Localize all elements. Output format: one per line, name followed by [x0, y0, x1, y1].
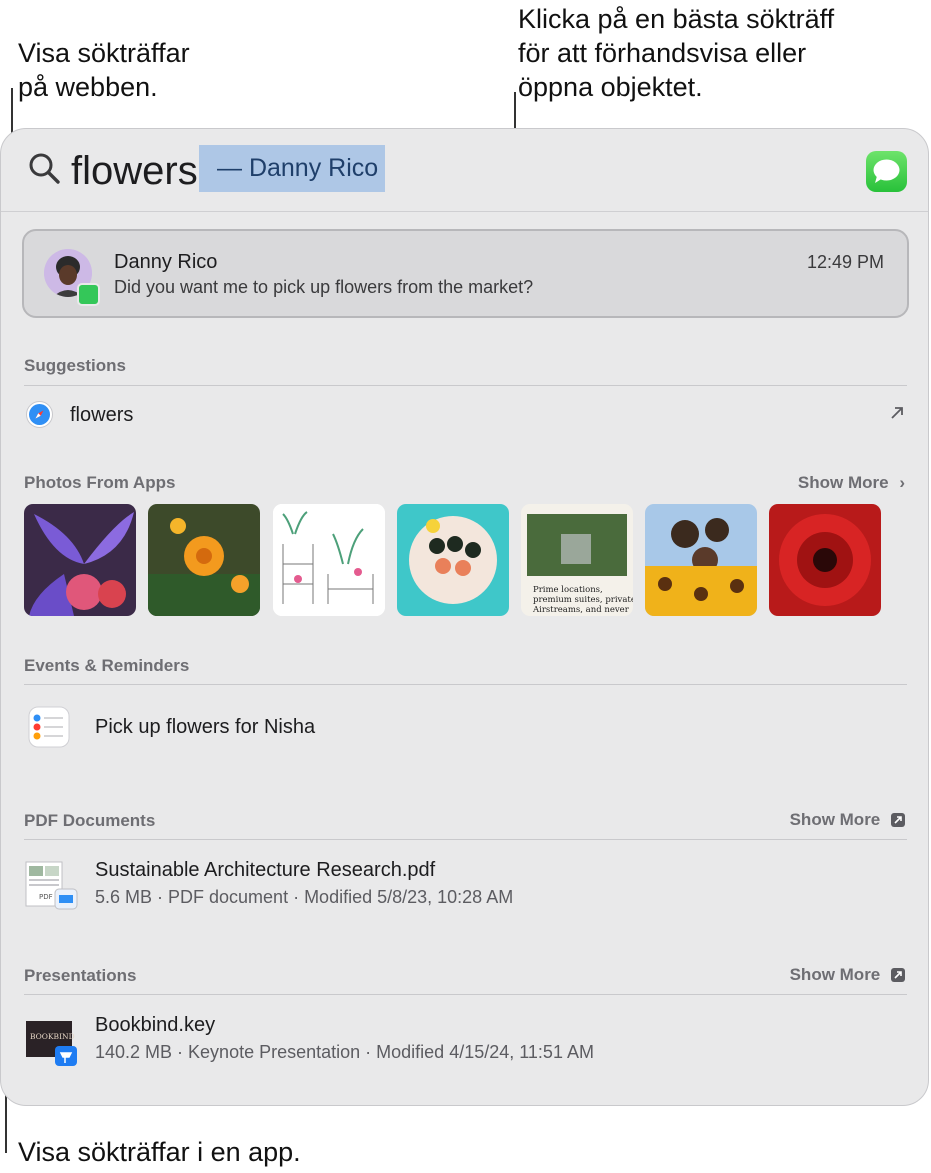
search-icon: [29, 153, 60, 184]
magazine-image: Prime locations, premium suites, private…: [521, 504, 633, 616]
arrow-up-right-icon: [891, 407, 903, 419]
chevron-right-icon: ›: [899, 473, 905, 492]
marigold-image: [148, 504, 260, 616]
reminder-row[interactable]: Pick up flowers for Nisha: [1, 694, 928, 760]
pdf-document-icon: PDF: [25, 861, 78, 910]
magazine-line-3: Airstreams, and never: [532, 605, 630, 615]
photo-thumbnail-7[interactable]: [769, 504, 881, 616]
show-more-label: Show More: [789, 965, 881, 984]
speech-bubble-icon: [873, 159, 900, 183]
suggestion-label: flowers: [70, 404, 134, 426]
search-bar[interactable]: flowers — Danny Rico: [1, 129, 928, 212]
spotlight-panel: flowers — Danny Rico Danny Rico Did you …: [0, 128, 929, 1106]
messages-app-icon[interactable]: [866, 151, 907, 192]
message-snippet: Did you want me to pick up flowers from …: [114, 277, 534, 297]
presentations-show-more[interactable]: Show More: [790, 965, 905, 985]
show-more-label: Show More: [797, 473, 889, 492]
section-header-pdf: PDF Documents: [24, 811, 156, 830]
pdf-metadata: 5.6 MB · PDF document · Modified 5/8/23,…: [95, 887, 514, 907]
keynote-icon-label: BOOKBIND: [30, 1032, 75, 1041]
divider: [24, 994, 907, 995]
search-query[interactable]: flowers: [71, 147, 198, 195]
reminders-icon: [28, 706, 70, 748]
iris-flowers-image: [24, 504, 136, 616]
callout-web-results: Visa sökträffar på webben.: [18, 38, 190, 102]
photo-thumbnail-6[interactable]: [645, 504, 757, 616]
divider: [24, 684, 907, 685]
search-completion[interactable]: — Danny Rico: [199, 145, 385, 192]
suggestion-row-web[interactable]: flowers: [1, 391, 928, 439]
open-external-icon: [891, 968, 905, 982]
section-header-suggestions: Suggestions: [24, 356, 127, 375]
open-external-icon: [891, 813, 905, 827]
photo-thumbnail-3[interactable]: [273, 504, 385, 616]
magazine-line-2: premium suites, private: [533, 595, 633, 605]
keynote-document-icon: BOOKBIND: [26, 1021, 77, 1066]
presentation-metadata: 140.2 MB · Keynote Presentation · Modifi…: [95, 1042, 594, 1062]
sunflowers-image: [645, 504, 757, 616]
message-time: 12:49 PM: [806, 252, 884, 272]
safari-icon: [26, 401, 53, 428]
section-header-photos: Photos From Apps: [24, 473, 176, 492]
section-header-events: Events & Reminders: [24, 656, 190, 675]
presentation-result-row[interactable]: BOOKBIND Bookbind.key 140.2 MB · Keynote…: [1, 1002, 928, 1072]
pdf-icon-label: PDF: [39, 893, 53, 901]
photo-thumbnail-5[interactable]: Prime locations, premium suites, private…: [521, 504, 633, 616]
top-hit-message[interactable]: Danny Rico Did you want me to pick up fl…: [22, 229, 909, 318]
message-sender: Danny Rico: [114, 251, 218, 273]
red-gerbera-image: [769, 504, 881, 616]
pdf-show-more[interactable]: Show More: [790, 810, 905, 830]
presentation-title: Bookbind.key: [95, 1014, 216, 1036]
divider: [24, 839, 907, 840]
section-header-presentations: Presentations: [24, 966, 137, 985]
plant-shelf-image: [273, 504, 385, 616]
photo-thumbnail-4[interactable]: [397, 504, 509, 616]
reminder-title: Pick up flowers for Nisha: [95, 716, 316, 738]
callout-app-results: Visa sökträffar i en app.: [18, 1137, 301, 1167]
photo-thumbnail-1[interactable]: [24, 504, 136, 616]
sushi-image: [397, 504, 509, 616]
messages-badge-icon: [77, 283, 100, 306]
pdf-result-row[interactable]: PDF Sustainable Architecture Research.pd…: [1, 847, 928, 917]
callout-top-hit: Klicka på en bästa sökträff för att förh…: [518, 4, 835, 102]
pdf-title: Sustainable Architecture Research.pdf: [95, 859, 436, 881]
show-more-label: Show More: [789, 810, 881, 829]
divider: [24, 385, 907, 386]
photo-thumbnail-2[interactable]: [148, 504, 260, 616]
magazine-line-1: Prime locations,: [533, 585, 603, 595]
photos-show-more[interactable]: Show More ›: [798, 473, 905, 493]
